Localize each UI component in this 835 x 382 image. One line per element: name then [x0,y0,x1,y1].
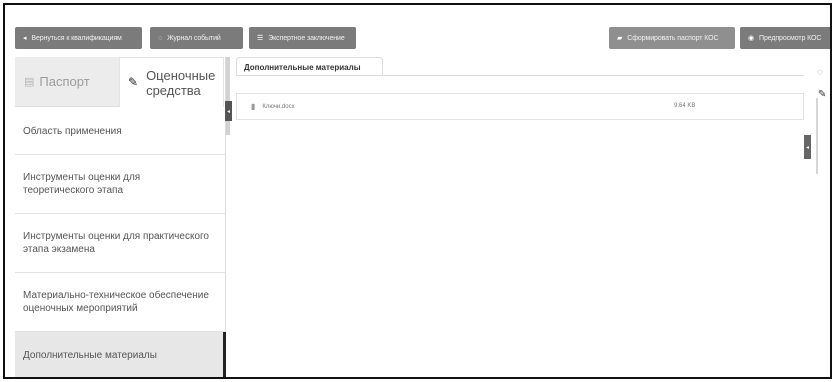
book-icon: ▰ [617,35,623,42]
comment-icon: ◌ [158,34,163,42]
comment-icon[interactable]: ◌ [817,67,823,78]
main-content: Дополнительные материалы ▮ Ключи.docx 9.… [236,57,830,377]
left-tabs: ▤ Паспорт ✎ Оценочные средства [15,57,226,107]
tab-assessment-tools[interactable]: ✎ Оценочные средства [119,57,224,107]
tab-passport[interactable]: ▤ Паспорт [15,57,119,107]
menu-item-practice-tools[interactable]: Инструменты оценки для практического эта… [15,214,226,273]
event-journal-button[interactable]: ◌ Журнал событий [150,27,243,49]
app-frame: ◂ Вернуться к квалификациям ◌ Журнал соб… [3,3,832,379]
left-scrollbar[interactable] [226,57,230,135]
back-to-qualifications-button[interactable]: ◂ Вернуться к квалификациям [15,27,142,49]
pencil-icon[interactable]: ✎ [818,89,826,100]
file-icon: ▮ [251,102,256,111]
preview-button[interactable]: ◉ Предпросмотр КОС [740,27,830,49]
form-passport-button[interactable]: ▰ Сформировать паспорт КОС [609,27,735,49]
right-scrollbar[interactable] [816,98,818,174]
expert-conclusion-button[interactable]: ☰ Экспертное заключение [249,27,356,49]
file-size: 9.64 KB [674,103,696,109]
chevron-left-icon: ◂ [23,35,27,42]
collapse-left-handle[interactable]: ◂ [225,101,232,121]
eye-icon: ◉ [748,35,755,42]
tab-additional-materials[interactable]: Дополнительные материалы [236,57,383,76]
chevron-left-icon: ◂ [226,108,230,115]
toolbar: ◂ Вернуться к квалификациям ◌ Журнал соб… [15,27,830,51]
file-name[interactable]: Ключи.docx [262,104,294,110]
menu-item-material-support[interactable]: Материально-техническое обеспечение оцен… [15,273,226,332]
menu-item-theory-tools[interactable]: Инструменты оценки для теоретического эт… [15,155,226,214]
pencil-icon: ✎ [128,75,139,89]
file-row[interactable]: ▮ Ключи.docx 9.64 KB [236,93,804,120]
left-panel: ▤ Паспорт ✎ Оценочные средства Область п… [15,57,230,377]
menu-item-scope[interactable]: Область применения [15,108,226,155]
card-icon: ▤ [24,76,35,88]
chevron-left-icon: ◂ [805,144,809,151]
menu-item-additional-materials[interactable]: Дополнительные материалы [15,332,226,377]
tab-divider [236,75,804,76]
collapse-right-handle[interactable]: ◂ [804,135,811,159]
list-icon: ☰ [257,35,264,42]
